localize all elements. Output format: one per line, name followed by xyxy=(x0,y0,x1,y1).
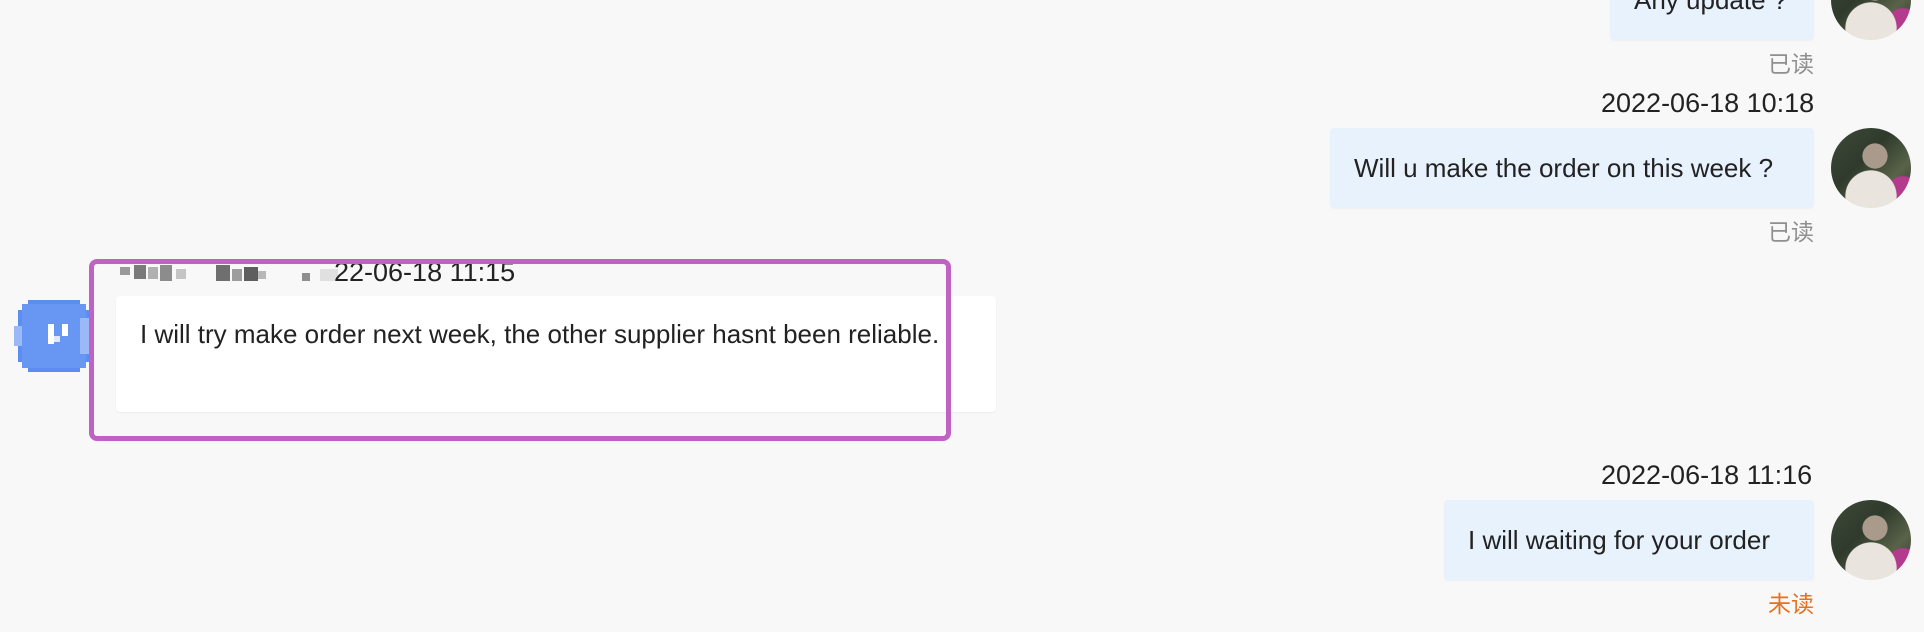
self-avatar[interactable] xyxy=(1831,500,1911,580)
message-bubble-outgoing[interactable]: Will u make the order on this week ? xyxy=(1330,128,1814,208)
message-timestamp: 2022-06-18 11:16 xyxy=(1601,460,1813,490)
message-text: Will u make the order on this week ? xyxy=(1354,153,1774,183)
read-status: 已读 xyxy=(1768,219,1814,245)
contact-avatar[interactable] xyxy=(14,296,94,376)
message-bubble-outgoing[interactable]: I will waiting for your order xyxy=(1444,500,1814,580)
message-timestamp: 2022-06-18 10:18 xyxy=(1601,88,1815,118)
message-text: Any update ? xyxy=(1634,0,1788,15)
contact-avatar-icon xyxy=(14,300,90,372)
self-avatar[interactable] xyxy=(1831,0,1911,40)
self-avatar[interactable] xyxy=(1831,128,1911,208)
message-bubble-outgoing[interactable]: Any update ? xyxy=(1610,0,1814,40)
highlight-annotation-box xyxy=(89,259,951,441)
unread-status: 未读 xyxy=(1768,591,1814,617)
read-status: 已读 xyxy=(1768,51,1814,77)
message-text: I will waiting for your order xyxy=(1468,525,1770,555)
